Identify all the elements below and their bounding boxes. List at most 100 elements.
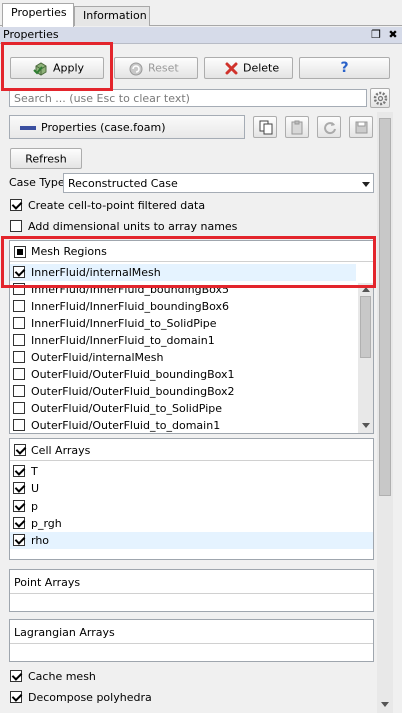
mesh-region-label: InnerFluid/InnerFluid_boundingBox5 xyxy=(31,283,230,296)
mesh-region-label: OuterFluid/OuterFluid_boundingBox1 xyxy=(31,368,235,381)
mesh-region-label: OuterFluid/internalMesh xyxy=(31,351,164,364)
tab-bar: Properties Information xyxy=(0,0,402,27)
panel-scroll-thumb[interactable] xyxy=(379,118,391,496)
reset-button[interactable]: Reset xyxy=(114,57,198,79)
refresh-button[interactable]: Refresh xyxy=(10,148,82,169)
mesh-region-checkbox[interactable] xyxy=(13,317,25,329)
cell-array-checkbox[interactable] xyxy=(13,482,25,494)
point-arrays-header[interactable]: Point Arrays xyxy=(10,570,373,594)
cell-array-checkbox[interactable] xyxy=(13,465,25,477)
tab-properties[interactable]: Properties xyxy=(2,3,74,27)
mesh-regions-header-checkbox[interactable] xyxy=(14,246,26,258)
mesh-region-label: InnerFluid/InnerFluid_to_SolidPipe xyxy=(31,317,217,330)
list-item[interactable]: OuterFluid/internalMesh xyxy=(10,349,356,366)
list-item[interactable]: InnerFluid/InnerFluid_boundingBox6 xyxy=(10,298,356,315)
list-item[interactable]: InnerFluid/InnerFluid_boundingBox5 xyxy=(10,281,356,298)
paste-icon xyxy=(291,120,303,135)
list-item[interactable]: rho xyxy=(10,532,373,549)
list-item[interactable]: U xyxy=(10,480,373,497)
dimensional-units-option[interactable]: Add dimensional units to array names xyxy=(7,218,357,235)
list-item[interactable]: InnerFluid/internalMesh xyxy=(10,264,356,281)
source-header[interactable]: Properties (case.foam) xyxy=(9,115,245,139)
lagrangian-arrays-header[interactable]: Lagrangian Arrays xyxy=(10,620,373,644)
list-item[interactable]: InnerFluid/InnerFluid_to_domain1 xyxy=(10,332,356,349)
delete-button[interactable]: Delete xyxy=(204,57,293,79)
mesh-region-checkbox[interactable] xyxy=(13,283,25,295)
help-icon: ? xyxy=(340,60,349,76)
case-type-select[interactable]: Reconstructed Case xyxy=(63,173,374,193)
cell-to-point-checkbox[interactable] xyxy=(10,199,22,211)
mesh-regions-header-label: Mesh Regions xyxy=(31,245,107,258)
reset-icon xyxy=(129,62,143,76)
delete-x-icon xyxy=(225,62,238,75)
mesh-region-checkbox[interactable] xyxy=(13,300,25,312)
cache-mesh-checkbox[interactable] xyxy=(10,670,22,682)
mesh-region-checkbox[interactable] xyxy=(13,368,25,380)
tab-information-label: Information xyxy=(83,9,147,22)
tab-information[interactable]: Information xyxy=(74,6,150,26)
mesh-regions-scrollbar[interactable] xyxy=(358,283,373,433)
mesh-region-checkbox[interactable] xyxy=(13,419,25,431)
cell-arrays-header[interactable]: Cell Arrays xyxy=(10,439,373,461)
case-type-label: Case Type xyxy=(9,176,65,189)
list-item[interactable]: T xyxy=(10,463,373,480)
point-arrays-header-label: Point Arrays xyxy=(14,576,81,589)
cell-to-point-option[interactable]: Create cell-to-point filtered data xyxy=(7,197,357,214)
decompose-polyhedra-label: Decompose polyhedra xyxy=(28,691,152,704)
dimensional-units-label: Add dimensional units to array names xyxy=(28,220,238,233)
delete-label: Delete xyxy=(243,61,280,75)
copy-button[interactable] xyxy=(253,116,277,138)
search-input[interactable]: Search ... (use Esc to clear text) xyxy=(9,89,367,107)
help-button[interactable]: ? xyxy=(299,57,390,79)
apply-icon xyxy=(33,62,47,76)
save-defaults-button[interactable] xyxy=(349,116,373,138)
mesh-region-checkbox[interactable] xyxy=(13,402,25,414)
search-placeholder: Search ... (use Esc to clear text) xyxy=(14,92,190,105)
mesh-region-checkbox[interactable] xyxy=(13,385,25,397)
scroll-down-icon[interactable] xyxy=(362,423,370,428)
cache-mesh-label: Cache mesh xyxy=(28,670,96,683)
cell-to-point-label: Create cell-to-point filtered data xyxy=(28,199,206,212)
cell-array-checkbox[interactable] xyxy=(13,500,25,512)
mesh-regions-scroll-thumb[interactable] xyxy=(360,296,371,358)
cell-array-label: p_rgh xyxy=(31,517,62,530)
mesh-region-checkbox[interactable] xyxy=(13,266,25,278)
cell-arrays-list: Cell Arrays T U p p_rgh rho xyxy=(9,438,374,560)
list-item[interactable]: p xyxy=(10,498,373,515)
lagrangian-arrays-header-label: Lagrangian Arrays xyxy=(14,626,115,639)
cell-array-label: U xyxy=(31,482,40,495)
scroll-down-icon[interactable] xyxy=(381,702,389,707)
decompose-polyhedra-checkbox[interactable] xyxy=(10,691,22,703)
mesh-region-label: InnerFluid/InnerFluid_to_domain1 xyxy=(31,334,215,347)
mesh-region-checkbox[interactable] xyxy=(13,334,25,346)
mesh-region-label: InnerFluid/internalMesh xyxy=(31,266,161,279)
cell-array-checkbox[interactable] xyxy=(13,517,25,529)
mesh-regions-header[interactable]: Mesh Regions xyxy=(10,241,373,262)
list-item[interactable]: OuterFluid/OuterFluid_boundingBox1 xyxy=(10,366,356,383)
restore-defaults-button[interactable] xyxy=(317,116,341,138)
paste-button[interactable] xyxy=(285,116,309,138)
list-item[interactable]: OuterFluid/OuterFluid_boundingBox2 xyxy=(10,383,356,400)
scroll-up-icon[interactable] xyxy=(362,287,370,292)
cell-array-label: rho xyxy=(31,534,50,547)
mesh-region-checkbox[interactable] xyxy=(13,351,25,363)
list-item[interactable]: OuterFluid/OuterFluid_to_domain1 xyxy=(10,417,356,433)
list-item[interactable]: p_rgh xyxy=(10,515,373,532)
advanced-settings-button[interactable] xyxy=(370,88,390,108)
cell-array-checkbox[interactable] xyxy=(13,534,25,546)
refresh-icon xyxy=(324,122,336,135)
close-icon[interactable]: ✖ xyxy=(386,28,400,42)
reset-label: Reset xyxy=(148,61,179,75)
float-icon[interactable]: ❐ xyxy=(369,28,383,42)
list-item[interactable]: InnerFluid/InnerFluid_to_SolidPipe xyxy=(10,315,356,332)
dimensional-units-checkbox[interactable] xyxy=(10,220,22,232)
cell-arrays-header-checkbox[interactable] xyxy=(14,444,26,456)
mesh-region-label: InnerFluid/InnerFluid_boundingBox6 xyxy=(31,300,230,313)
apply-button[interactable]: Apply xyxy=(10,57,104,79)
cache-mesh-option[interactable]: Cache mesh xyxy=(7,668,357,685)
list-item[interactable]: OuterFluid/OuterFluid_to_SolidPipe xyxy=(10,400,356,417)
panel-scrollbar[interactable] xyxy=(377,112,393,713)
cell-arrays-header-label: Cell Arrays xyxy=(31,444,91,457)
mesh-region-label: OuterFluid/OuterFluid_boundingBox2 xyxy=(31,385,235,398)
decompose-polyhedra-option[interactable]: Decompose polyhedra xyxy=(7,689,357,706)
